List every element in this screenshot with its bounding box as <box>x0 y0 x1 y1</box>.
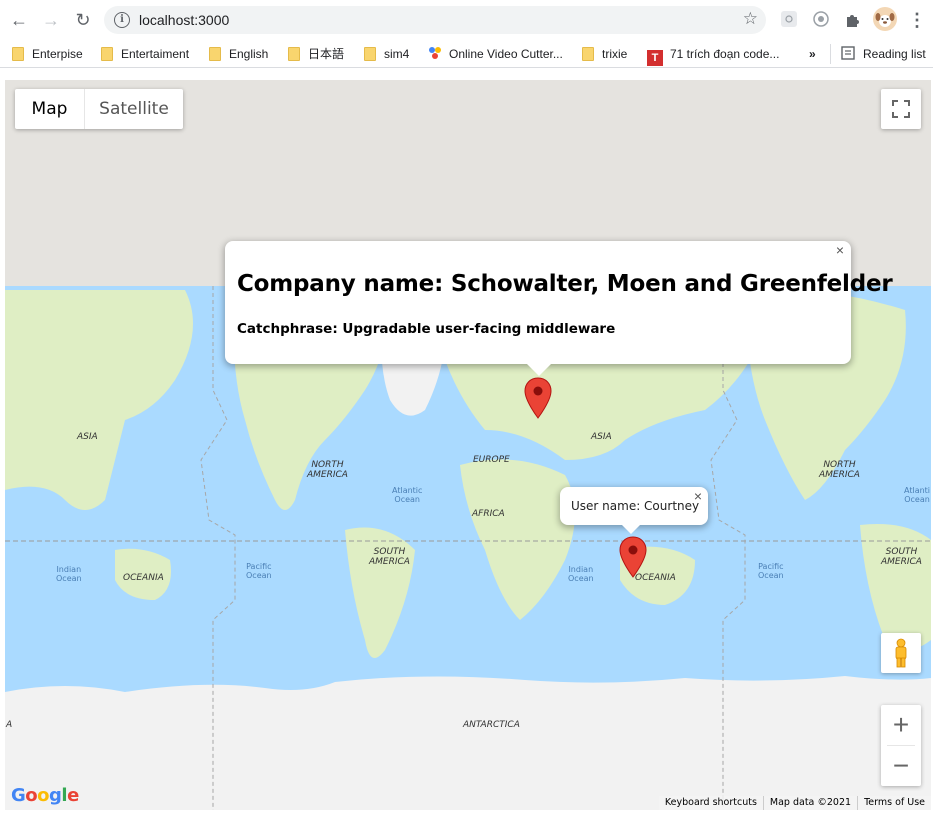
address-bar[interactable]: i localhost:3000 ☆ <box>104 6 766 34</box>
extension-react-icon[interactable] <box>779 9 799 29</box>
zoom-out-button[interactable]: − <box>881 746 921 786</box>
zoom-control: + − <box>881 705 921 786</box>
map-label-asia: ASIA <box>77 432 98 442</box>
map-label-pacific-ocean: Pacific Ocean <box>758 562 784 580</box>
folder-icon <box>288 47 300 61</box>
pegman-icon <box>895 638 907 668</box>
reading-list-icon <box>841 46 855 60</box>
info-window-subtitle: Catchphrase: Upgradable user-facing midd… <box>237 321 616 337</box>
map-label-pacific-ocean: Pacific Ocean <box>246 562 272 580</box>
back-icon[interactable]: ← <box>7 8 31 32</box>
world-map-tiles <box>5 80 931 810</box>
bookmark-item[interactable]: Entertaiment <box>101 44 189 64</box>
street-view-pegman-button[interactable] <box>881 633 921 673</box>
map-label-asia: ASIA <box>591 432 612 442</box>
map-label-atlantic-ocean: Atlantic Ocean <box>392 486 423 504</box>
folder-icon <box>209 47 221 61</box>
bookmark-label: Reading list <box>863 47 926 61</box>
folder-icon <box>582 47 594 61</box>
fullscreen-button[interactable] <box>881 89 921 129</box>
bookmark-label: Entertaiment <box>121 47 190 61</box>
browser-toolbar: ← → ↻ i localhost:3000 ☆ ⋮ <box>0 0 933 40</box>
map-label-north-america: NORTH AMERICA <box>307 460 348 480</box>
video-cutter-icon <box>429 47 441 59</box>
map-label-africa: AFRICA <box>472 509 505 519</box>
extensions-puzzle-icon[interactable] <box>843 9 863 29</box>
close-icon[interactable]: × <box>691 489 705 503</box>
map-marker-icon[interactable] <box>619 536 647 578</box>
bookmark-label: 日本語 <box>308 47 345 61</box>
info-window: Company name: Schowalter, Moen and Green… <box>225 241 893 376</box>
terms-of-use-link[interactable]: Terms of Use <box>857 796 931 810</box>
bookmark-item[interactable]: trixie <box>582 44 627 64</box>
folder-icon <box>12 47 24 61</box>
bookmarks-overflow-button[interactable]: » <box>809 44 816 64</box>
extension-target-icon[interactable] <box>811 9 831 29</box>
info-icon[interactable]: i <box>114 12 130 28</box>
map-type-map-button[interactable]: Map <box>15 89 85 129</box>
map-attribution: Keyboard shortcuts Map data ©2021 Terms … <box>658 796 931 810</box>
map-label-antarctica-edge: A <box>6 720 13 730</box>
map-data-text: Map data ©2021 <box>762 796 857 810</box>
folder-icon <box>364 47 376 61</box>
map-label-atlantic-ocean: Atlanti Ocean <box>904 486 931 504</box>
bookmark-label: English <box>229 47 269 61</box>
bookmark-item[interactable]: sim4 <box>364 44 409 64</box>
browser-menu-icon[interactable]: ⋮ <box>905 8 929 32</box>
map-label-indian-ocean: Indian Ocean <box>56 565 82 583</box>
map-label-oceania: OCEANIA <box>123 573 164 583</box>
map-label-south-america: SOUTH AMERICA <box>881 547 922 567</box>
map-label-indian-ocean: Indian Ocean <box>568 565 594 583</box>
map-label-south-america: SOUTH AMERICA <box>369 547 410 567</box>
bookmark-item[interactable]: 日本語 <box>288 44 344 64</box>
map-type-control: Map Satellite <box>15 89 183 129</box>
close-icon[interactable]: × <box>833 243 847 257</box>
bookmark-label: trixie <box>602 47 628 61</box>
bookmark-item[interactable]: Online Video Cutter... <box>427 44 563 64</box>
fullscreen-icon <box>892 100 910 118</box>
info-window-tail <box>622 525 640 534</box>
info-window-small: User name: Courtney × <box>560 487 708 534</box>
bookmark-star-icon[interactable]: ☆ <box>743 9 758 29</box>
reading-list-button[interactable]: Reading list <box>830 44 926 64</box>
zoom-in-button[interactable]: + <box>881 705 921 745</box>
info-window-tail <box>527 364 551 376</box>
profile-avatar-icon[interactable] <box>873 7 897 31</box>
map-canvas[interactable]: ASIA NORTH AMERICA EUROPE ASIA NORTH AME… <box>5 80 931 810</box>
forward-icon[interactable]: → <box>39 8 63 32</box>
map-label-antarctica: ANTARCTICA <box>463 720 520 730</box>
bookmark-label: Online Video Cutter... <box>449 47 563 61</box>
map-marker-icon[interactable] <box>524 377 552 419</box>
bookmark-label: sim4 <box>384 47 410 61</box>
bookmark-item[interactable]: T 71 trích đoạn code... <box>647 44 780 66</box>
bookmark-label: Enterpise <box>32 47 83 61</box>
info-window-user-text: User name: Courtney <box>571 499 700 513</box>
reload-icon[interactable]: ↻ <box>71 8 95 32</box>
bookmarks-bar: Enterpise Entertaiment English 日本語 sim4 … <box>0 40 933 68</box>
address-url: localhost:3000 <box>139 12 230 28</box>
t-site-icon: T <box>647 50 663 66</box>
bookmark-label: 71 trích đoạn code... <box>670 47 780 61</box>
map-label-north-america: NORTH AMERICA <box>819 460 860 480</box>
keyboard-shortcuts-link[interactable]: Keyboard shortcuts <box>659 796 763 810</box>
google-logo: Google <box>11 785 79 806</box>
info-window-title: Company name: Schowalter, Moen and Green… <box>237 271 893 297</box>
map-type-satellite-button[interactable]: Satellite <box>85 89 183 129</box>
bookmark-item[interactable]: English <box>209 44 268 64</box>
bookmark-item[interactable]: Enterpise <box>12 44 83 64</box>
map-label-europe: EUROPE <box>473 455 510 465</box>
folder-icon <box>101 47 113 61</box>
